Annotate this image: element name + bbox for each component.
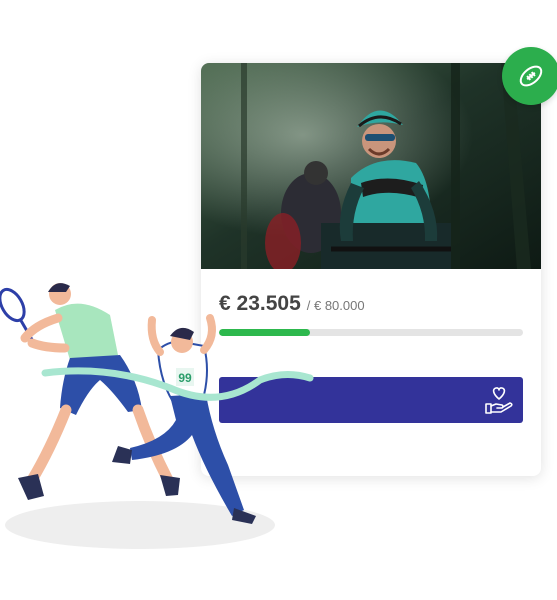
runner: 99 [112,314,256,524]
tennis-racket [0,287,34,341]
campaign-photo [201,63,541,269]
football-icon [519,65,543,87]
tennis-player [18,283,180,500]
runners-illustration: 99 [0,283,314,549]
bib-number: 99 [178,371,192,385]
donate-heart-hand-icon [483,384,515,419]
sport-badge [502,47,557,105]
